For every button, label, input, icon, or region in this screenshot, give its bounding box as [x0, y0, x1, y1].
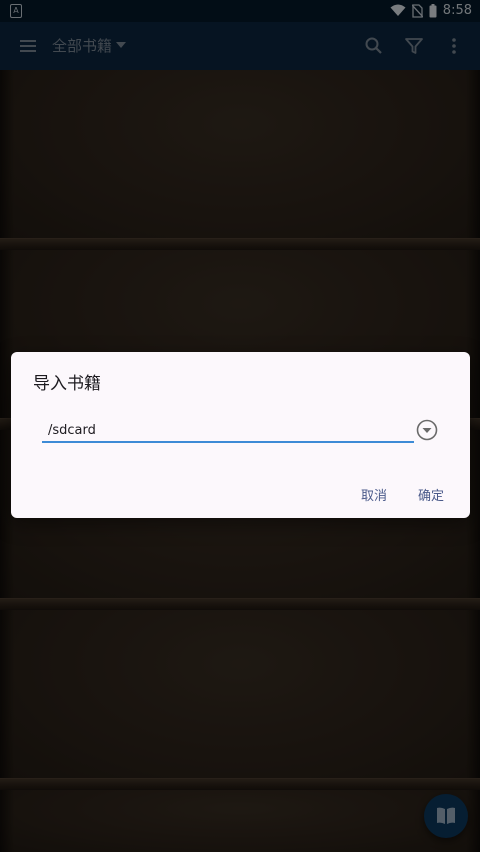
cancel-button[interactable]: 取消: [361, 485, 387, 504]
import-books-dialog: 导入书籍 取消 确定: [11, 352, 470, 518]
dialog-title: 导入书籍: [33, 374, 101, 394]
dropdown-icon[interactable]: [416, 419, 438, 441]
path-input[interactable]: [42, 419, 414, 443]
confirm-button[interactable]: 确定: [418, 485, 444, 504]
